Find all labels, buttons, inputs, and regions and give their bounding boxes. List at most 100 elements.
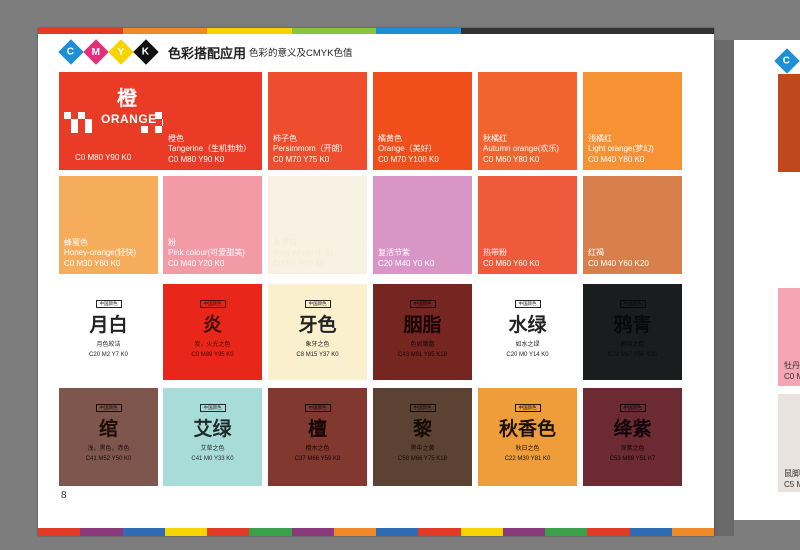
page-header: C M Y K 色彩搭配应用 色彩的意义及CMYK色值 [58,39,353,65]
swatch-cmyk: C41 M52 Y50 K0 [85,456,132,462]
right-page-label: 鼠脚 [784,469,800,478]
swatch-yuebai: 中国颜色月白月色皎洁 C20 M2 Y7 K0 [59,284,158,380]
swatch-name: 月白 [89,314,128,336]
swatch-cmyk: C0 M60 Y60 K0 [483,258,540,268]
swatch-cmyk: C0 M40 Y20 K0 [168,258,225,268]
swatch-name: 浅橘红 [588,133,612,143]
swatch-easter-purple: 复活节紫 C20 M40 Y0 K0 [373,176,472,274]
swatch-desc: 鸦羽之色 [620,342,645,348]
swatch-shuilv: 中国颜色水绿如水之绿 C20 M0 Y14 K0 [478,284,577,380]
swatch-tag: 中国颜色 [514,404,541,412]
swatch-english: Honey-orange(轻快) [64,248,137,257]
swatch-cmyk: C0 M70 Y100 K0 [378,154,439,164]
swatch-text-block: 中国颜色绾浅，黑色，赤色 C41 M52 Y50 K0 [59,396,158,462]
swatch-cmyk: C0 M30 Y60 K0 [64,258,121,268]
swatch-cmyk: C73 M67 Y56 K35 [608,352,657,358]
swatch-tan: 中国颜色檀檀木之色 C37 M66 Y59 K8 [268,388,367,486]
checker-square [85,126,92,133]
swatch-name: 牙色 [298,314,337,336]
swatch-tag: 中国颜色 [619,300,646,308]
swatch-name: 绾 [98,418,118,440]
swatch-tag: 中国颜色 [95,404,122,412]
swatch-cmyk: C0 M89 Y95 K0 [191,352,234,358]
swatch-tag: 中国颜色 [409,404,436,412]
swatch-cmyk: C8 M15 Y37 K0 [296,352,339,358]
swatch-orange: 橘黄色 Orange（美好） C0 M70 Y100 K0 [373,72,472,170]
swatch-english: Autumn orange(欢乐) [483,144,560,153]
swatch-name: 粉 [168,237,176,247]
checker-square [85,119,92,126]
swatch-tag: 中国颜色 [95,300,122,308]
swatch-name: 绛紫 [613,418,652,440]
swatch-persimmon: 柿子色 Persimmom（开朗） C0 M70 Y75 K0 [268,72,367,170]
swatch-autumn-orange: 秋橘红 Autumn orange(欢乐) C0 M60 Y80 K0 [478,72,577,170]
orange-char: 橙 [117,86,137,110]
swatch-cmyk: C58 M66 Y75 K18 [398,456,447,462]
swatch-cmyk: C41 M0 Y33 K0 [191,456,234,462]
swatch-tag: 中国颜色 [304,300,331,308]
swatch-tag: 中国颜色 [514,300,541,308]
swatch-jiangzi: 中国颜色 绛紫 深紫之色 C53 M88 Y51 K7 [583,388,682,486]
swatch-english: Orange（美好） [378,144,437,153]
swatch-reddish-brown: 红褐 C0 M40 Y60 K20 [583,176,682,274]
swatch-wan: 中国颜色绾浅，黑色，赤色 C41 M52 Y50 K0 [59,388,158,486]
swatch-cmyk: C20 M0 Y14 K0 [506,352,549,358]
swatch-cmyk: C37 M66 Y59 K8 [294,456,341,462]
swatch-label: 浅橘红 Light orange(梦幻) C0 M40 Y80 K0 [588,134,654,166]
swatch-text-block: 中国颜色炎炭，火光之色 C0 M89 Y95 K0 [163,292,262,358]
checker-square [71,126,78,133]
swatch-cmyk: C0 M70 Y75 K0 [273,154,330,164]
swatch-text-block: 中国颜色月白月色皎洁 C20 M2 Y7 K0 [59,292,158,358]
swatch-tropical-pink: 热带粉 C0 M60 Y60 K0 [478,176,577,274]
bottom-color-strip [38,528,714,536]
swatch-name: 象牙白 [273,237,297,247]
swatch-name: 秋橘红 [483,133,507,143]
swatch-yase: 中国颜色 牙色 象牙之色 C8 M15 Y37 K0 [268,284,367,380]
right-page-c-badge: C [774,48,800,74]
top-color-strip [38,28,714,34]
right-page-label: 牡丹 [784,361,800,370]
book-gutter [714,40,734,536]
checker-square [141,126,148,133]
swatch-desc: 秋日之色 [515,446,540,452]
swatch-tag: 中国颜色 [199,404,226,412]
swatch-name: 胭脂 [403,314,442,336]
right-page-swatch [778,74,800,172]
swatch-desc: 艾草之色 [200,446,225,452]
swatch-cmyk: C43 M91 Y85 K18 [398,352,447,358]
right-page-label: C5 M [784,480,800,489]
swatch-name: 鸦青 [613,314,652,336]
swatch-label: 热带粉 C0 M60 Y60 K0 [483,248,539,269]
swatch-cmyk: C20 M2 Y7 K0 [89,352,128,358]
swatch-english: Ivory white(纯洁) [273,248,333,257]
swatch-name: 热带粉 [483,248,507,257]
orange-word: ORANGE [101,112,157,126]
swatch-name: 复活节紫 [378,248,410,257]
swatch-english: Pink colour(可爱甜美) [168,248,245,257]
swatch-desc: 浅，黑色，赤色 [87,446,130,452]
swatch-ailv: 中国颜色 艾绿 艾草之色 C41 M0 Y33 K0 [163,388,262,486]
swatch-name: 水绿 [508,314,547,336]
swatch-cmyk: C0 M40 Y60 K20 [588,258,649,268]
swatch-cmyk: C20 M40 Y0 K0 [378,258,435,268]
swatch-tag: 中国颜色 [304,404,331,412]
page-subtitle: 色彩的意义及CMYK色值 [249,48,353,59]
swatch-tag: 中国颜色 [619,404,646,412]
swatch-name: 炎 [202,314,222,336]
swatch-text-block: 中国颜色 秋香色 秋日之色 C22 M30 Y81 K0 [478,396,577,462]
swatch-text-block: 中国颜色鸦青鸦羽之色 C73 M67 Y56 K35 [583,292,682,358]
swatch-name: 檀 [307,418,327,440]
swatch-tag: 中国颜色 [409,300,436,308]
swatch-honey: 蜂蜜色 Honey-orange(轻快) C0 M30 Y60 K0 [59,176,158,274]
swatch-cmyk: C0 M60 Y80 K0 [483,154,540,164]
y-badge: Y [108,39,134,65]
swatch-tag: 中国颜色 [199,300,226,308]
swatch-pink: 粉 Pink colour(可爱甜美) C0 M40 Y20 K0 [163,176,262,274]
swatch-desc: 月色皎洁 [96,342,121,348]
swatch-english: Light orange(梦幻) [588,144,654,153]
swatch-desc: 如水之绿 [515,342,540,348]
swatch-name: 黎 [412,418,432,440]
swatch-label: 秋橘红 Autumn orange(欢乐) C0 M60 Y80 K0 [483,134,559,166]
swatch-text-block: 中国颜色 绛紫 深紫之色 C53 M88 Y51 K7 [583,396,682,462]
swatch-desc: 深紫之色 [620,446,645,452]
